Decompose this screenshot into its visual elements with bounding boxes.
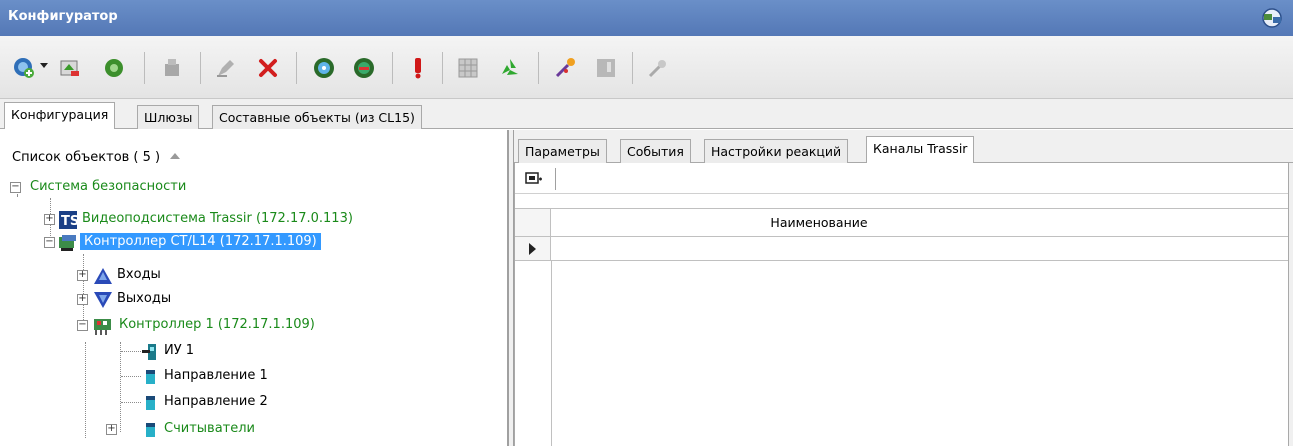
tab-reaction-settings[interactable]: Настройки реакций bbox=[704, 139, 849, 163]
collapse-toggle[interactable]: − bbox=[77, 320, 88, 331]
toolbar-separator bbox=[538, 52, 539, 84]
grid-toolbar bbox=[515, 163, 1288, 194]
object-list-title: Список объектов ( 5 ) bbox=[12, 150, 161, 165]
grid-header: Наименование bbox=[515, 208, 1288, 237]
tree-connector bbox=[121, 402, 141, 403]
trassir-channels-panel: Наименование bbox=[514, 163, 1289, 446]
connect-icon[interactable] bbox=[312, 56, 336, 80]
tree-connector bbox=[121, 376, 141, 377]
magic-icon[interactable] bbox=[554, 56, 578, 80]
toolbar-separator bbox=[442, 52, 443, 84]
expand-toggle[interactable]: + bbox=[44, 214, 55, 225]
sort-asc-icon bbox=[170, 153, 181, 159]
trassir-icon: TS bbox=[59, 211, 78, 229]
expand-toggle[interactable]: + bbox=[77, 294, 88, 305]
tree-node-label: Направление 2 bbox=[164, 394, 268, 409]
refresh-green-icon[interactable] bbox=[102, 56, 126, 80]
toolbar-separator bbox=[200, 52, 201, 84]
panel-gray-icon[interactable] bbox=[594, 56, 618, 80]
tree-node-label: ИУ 1 bbox=[164, 343, 195, 358]
outputs-triangle-icon bbox=[94, 292, 112, 308]
svg-text:TS: TS bbox=[61, 214, 78, 229]
expand-toggle[interactable]: + bbox=[106, 424, 117, 435]
window-title: Конфигуратор bbox=[8, 9, 118, 24]
recycle-icon[interactable] bbox=[498, 56, 522, 80]
tab-configuration[interactable]: Конфигурация bbox=[4, 102, 116, 129]
add-channel-icon[interactable] bbox=[525, 171, 543, 187]
app-network-icon[interactable] bbox=[1259, 5, 1285, 31]
tab-trassir-channels[interactable]: Каналы Trassir bbox=[866, 136, 975, 163]
tab-composite-objects[interactable]: Составные объекты (из CL15) bbox=[212, 105, 422, 129]
tree-node-label: Видеоподсистема Trassir (172.17.0.113) bbox=[82, 211, 353, 226]
sub-controller-icon bbox=[94, 319, 111, 335]
tool-gray-icon[interactable] bbox=[646, 56, 670, 80]
add-dropdown-arrow[interactable] bbox=[40, 63, 48, 68]
tree-node-security-system[interactable]: − Система безопасности bbox=[10, 178, 410, 200]
collapse-toggle[interactable]: − bbox=[44, 237, 55, 248]
toolbar-separator bbox=[392, 52, 393, 84]
disconnect-icon[interactable] bbox=[352, 56, 376, 80]
tree-node-direction-1[interactable]: Направление 1 bbox=[140, 367, 390, 389]
tree-node-inputs[interactable]: + Входы bbox=[77, 266, 377, 288]
object-list-header[interactable]: Список объектов ( 5 ) bbox=[12, 150, 181, 165]
object-tree-panel: Список объектов ( 5 ) − Система безопасн… bbox=[0, 130, 508, 446]
toolbar-separator bbox=[296, 52, 297, 84]
tree-node-direction-2[interactable]: Направление 2 bbox=[140, 393, 390, 415]
details-tab-bar: Параметры События Настройки реакций Кана… bbox=[514, 130, 1293, 163]
main-toolbar bbox=[0, 36, 1293, 99]
tree-connector bbox=[85, 342, 86, 438]
tab-events[interactable]: События bbox=[620, 139, 691, 163]
tree-node-controller-1[interactable]: − Контроллер 1 (172.17.1.109) bbox=[77, 316, 477, 338]
title-bar: Конфигуратор bbox=[0, 0, 1293, 36]
tab-gateways[interactable]: Шлюзы bbox=[137, 105, 200, 129]
toolbar-separator bbox=[555, 168, 556, 190]
row-header-column bbox=[515, 261, 552, 446]
row-header[interactable] bbox=[515, 237, 551, 260]
reader-icon bbox=[146, 423, 155, 437]
tree-node-label: Система безопасности bbox=[30, 179, 187, 194]
tab-parameters[interactable]: Параметры bbox=[518, 139, 607, 163]
tree-node-label: Выходы bbox=[117, 291, 172, 306]
alarm-icon[interactable] bbox=[406, 56, 430, 80]
delete-icon[interactable] bbox=[256, 56, 280, 80]
collapse-toggle[interactable]: − bbox=[10, 182, 21, 193]
tree-node-controller-ctl14[interactable]: − Контроллер CT/L14 (172.17.1.109) bbox=[44, 233, 494, 255]
tree-node-label: Направление 1 bbox=[164, 368, 268, 383]
current-row-arrow-icon bbox=[529, 243, 536, 255]
row-header-corner bbox=[515, 209, 551, 236]
tree-node-video-subsystem[interactable]: + TS Видеоподсистема Trassir (172.17.0.1… bbox=[44, 210, 464, 232]
tree-node-label: Контроллер 1 (172.17.1.109) bbox=[119, 317, 315, 332]
tree-connector bbox=[83, 254, 84, 324]
controller-icon bbox=[59, 235, 76, 251]
tree-node-readers[interactable]: + Считыватели bbox=[106, 420, 406, 442]
direction-icon bbox=[146, 370, 155, 384]
toolbar-separator bbox=[632, 52, 633, 84]
sensor-gray-icon[interactable] bbox=[160, 56, 184, 80]
lock-device-icon bbox=[142, 344, 156, 360]
inputs-triangle-icon bbox=[94, 268, 112, 284]
top-tab-bar: Конфигурация Шлюзы Составные объекты (из… bbox=[0, 99, 1293, 129]
table-row[interactable] bbox=[515, 237, 1288, 261]
tree-connector bbox=[120, 342, 121, 432]
tree-node-outputs[interactable]: + Выходы bbox=[77, 290, 377, 312]
column-header-name[interactable]: Наименование bbox=[552, 209, 1086, 236]
details-panel: Параметры События Настройки реакций Кана… bbox=[514, 130, 1293, 446]
add-object-icon[interactable] bbox=[12, 56, 36, 80]
tree-connector bbox=[121, 351, 141, 352]
tree-node-label: Считыватели bbox=[164, 421, 255, 436]
toolbar-separator bbox=[144, 52, 145, 84]
tree-node-label-selected: Контроллер CT/L14 (172.17.1.109) bbox=[80, 233, 321, 250]
grid-icon[interactable] bbox=[456, 56, 480, 80]
direction-icon bbox=[146, 396, 155, 410]
tree-node-label: Входы bbox=[117, 267, 161, 282]
tree-node-iu1[interactable]: ИУ 1 bbox=[140, 342, 340, 364]
import-icon[interactable] bbox=[58, 56, 82, 80]
expand-toggle[interactable]: + bbox=[77, 270, 88, 281]
edit-gray-icon[interactable] bbox=[214, 56, 238, 80]
